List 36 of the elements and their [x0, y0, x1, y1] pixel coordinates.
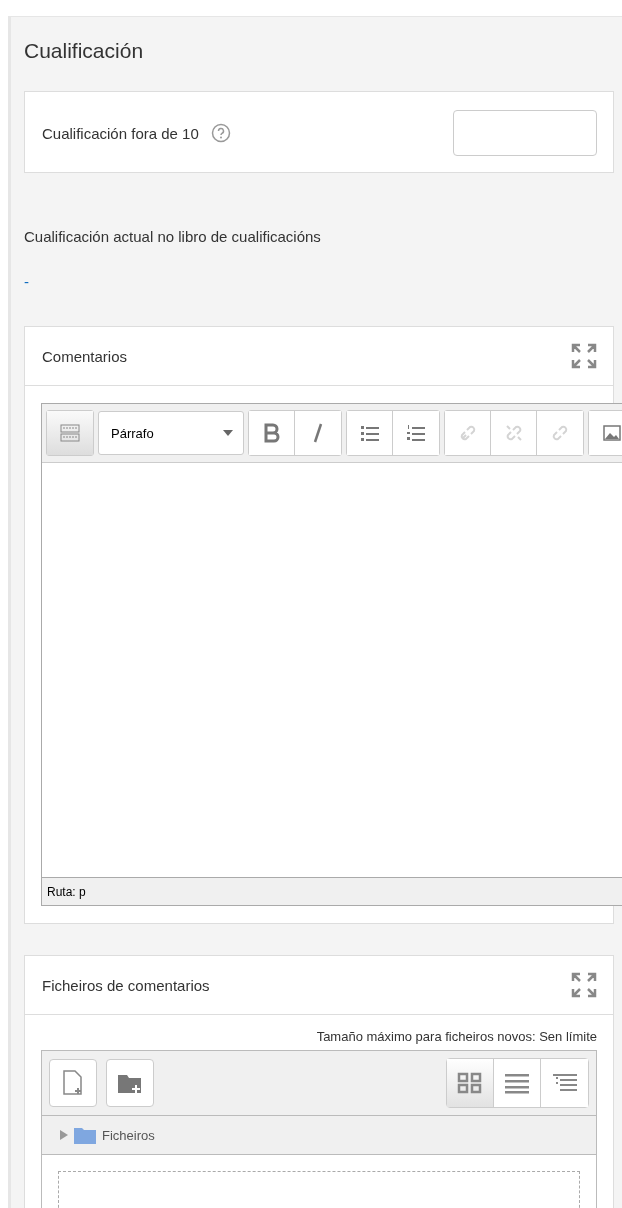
new-folder-button[interactable]	[106, 1059, 154, 1107]
add-file-icon	[61, 1070, 85, 1096]
toolbar-button[interactable]	[589, 411, 622, 455]
text-editor[interactable]: Párrafo Ruta: p	[41, 403, 622, 906]
view-toggle[interactable]	[447, 1059, 494, 1107]
comments-title: Comentarios	[42, 347, 128, 365]
italic-icon	[311, 422, 325, 444]
keyboard-icon	[60, 423, 80, 443]
bullet-list-icon	[360, 425, 379, 441]
section-title: Cualificación	[24, 39, 145, 63]
current-grade-value: -	[24, 273, 30, 290]
folder-name[interactable]: Ficheiros	[102, 1127, 155, 1143]
max-size-note: Tamaño máximo para ficheiros novos: Sen límite	[315, 1029, 597, 1044]
image-icon	[603, 425, 621, 441]
folder-icon	[74, 1126, 96, 1144]
expand-arrow-icon[interactable]	[60, 1130, 68, 1140]
list-view-icon	[504, 1072, 530, 1094]
grid-view-icon	[457, 1072, 483, 1094]
grade-input[interactable]	[453, 110, 597, 156]
add-file-button[interactable]	[49, 1059, 97, 1107]
format-dropdown[interactable]: Párrafo	[98, 411, 244, 455]
tree-view-icon	[551, 1072, 578, 1094]
help-icon[interactable]	[210, 123, 231, 143]
expand-icon[interactable]	[571, 972, 597, 998]
toolbar-button[interactable]	[249, 411, 295, 455]
files-title: Ficheiros de comentarios	[42, 976, 210, 994]
current-grade-label: Cualificación actual no libro de cualificacións	[24, 228, 322, 245]
element-path: Ruta: p	[42, 877, 622, 905]
grade-label: Cualificación fora de 10	[42, 124, 199, 142]
expand-icon[interactable]	[571, 343, 597, 369]
numbered-list-icon	[407, 425, 425, 441]
toolbar-button[interactable]	[347, 411, 393, 455]
unlink-icon	[504, 424, 523, 442]
toolbar-button[interactable]	[47, 411, 93, 455]
link-icon	[458, 424, 477, 442]
anchor-link-icon	[551, 424, 569, 442]
